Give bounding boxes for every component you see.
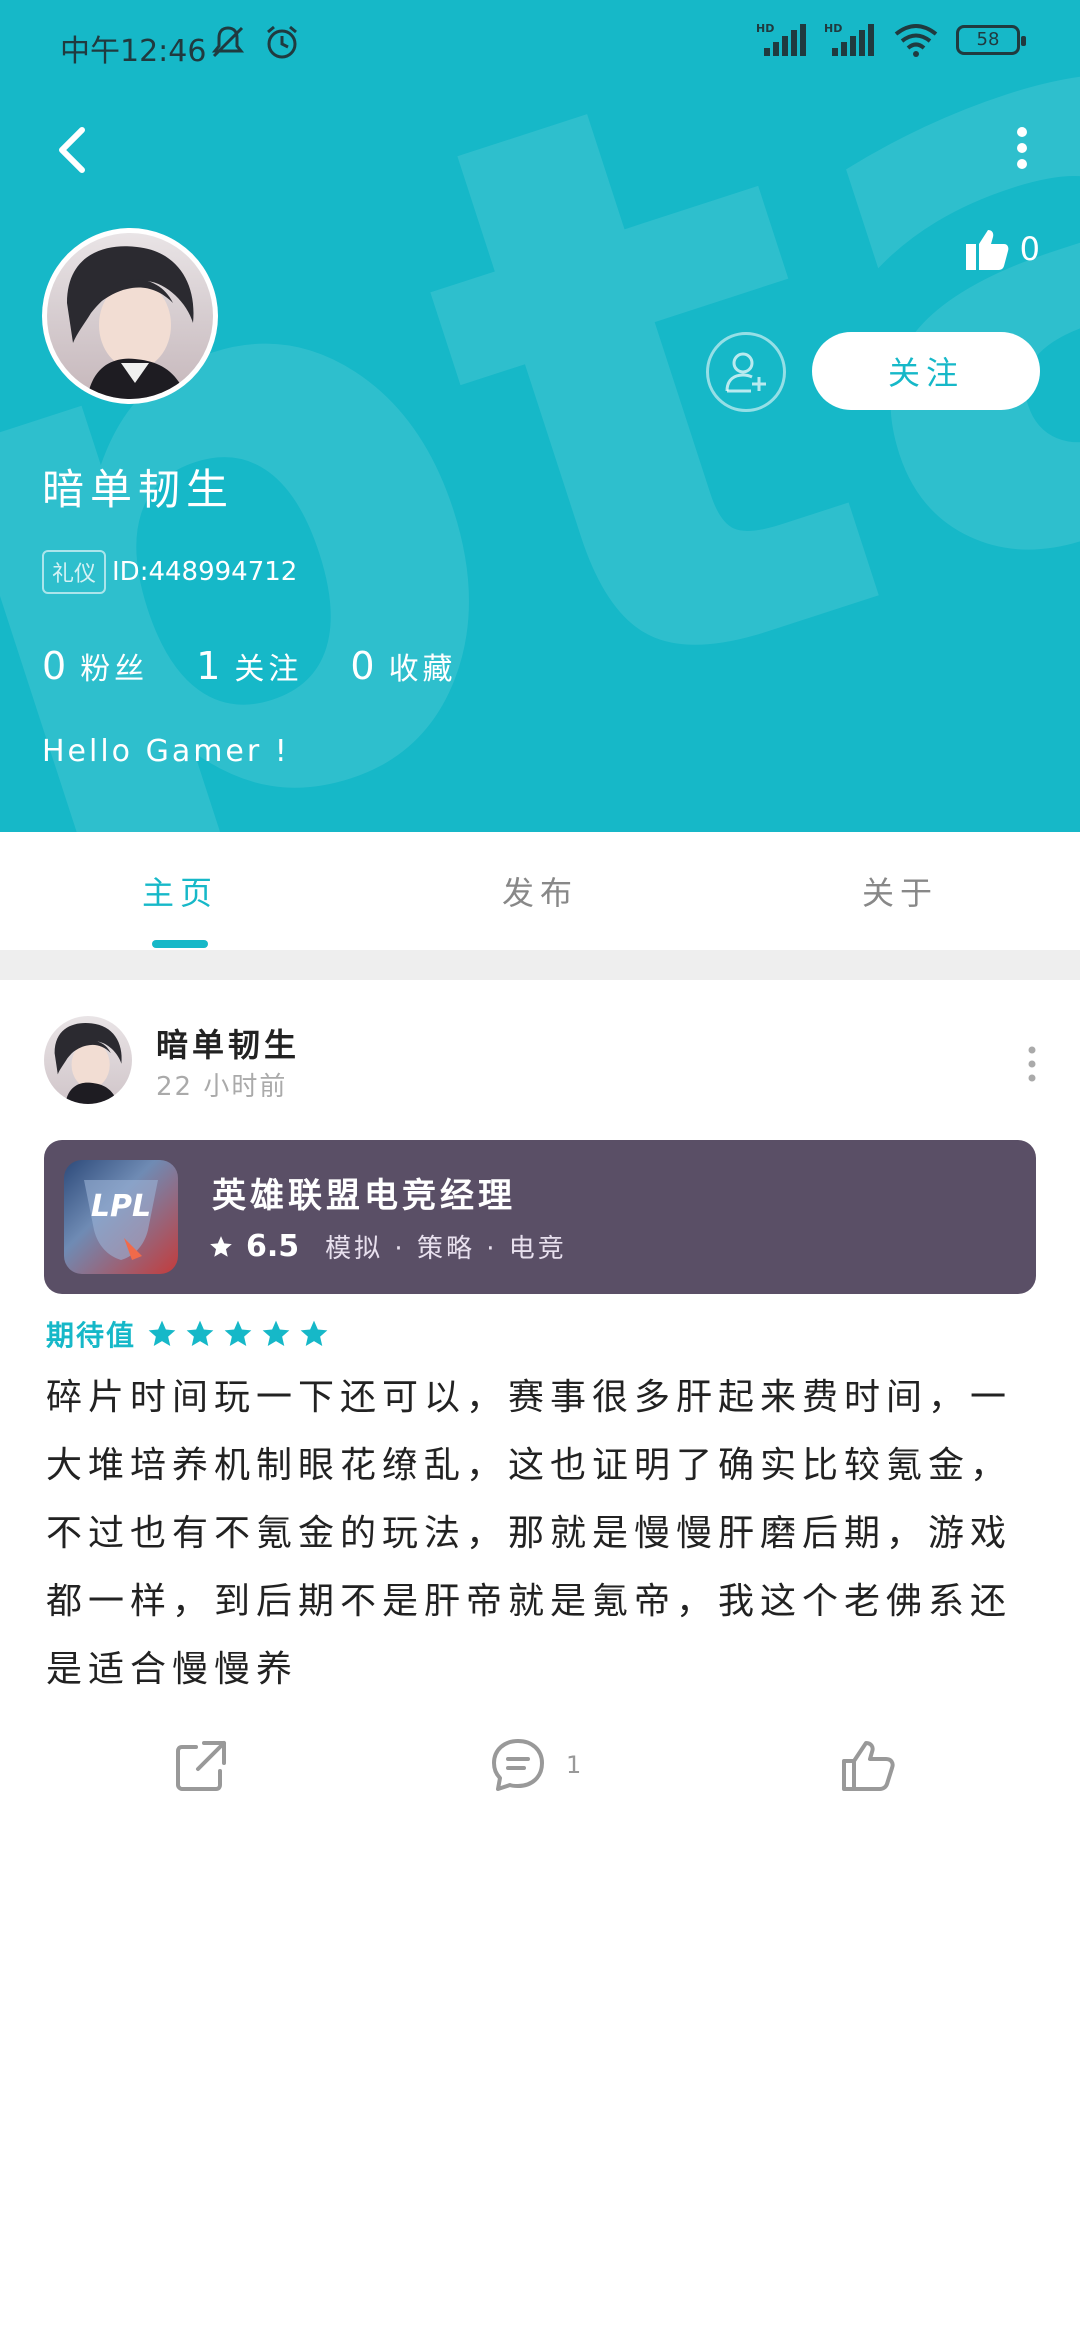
taptap-watermark: ptap xyxy=(0,60,1080,832)
star-icon xyxy=(210,1235,232,1257)
more-vertical-icon xyxy=(1017,127,1027,169)
alarm-icon xyxy=(267,25,297,59)
thumbs-up-icon xyxy=(842,1741,895,1791)
stat-fans[interactable]: 0 粉丝 xyxy=(42,644,148,688)
status-time: 中午12:46 xyxy=(60,34,207,69)
chevron-left-icon xyxy=(59,127,85,173)
battery-indicator: 58 xyxy=(956,25,1026,55)
star-icon xyxy=(262,1320,290,1346)
post-author-avatar[interactable] xyxy=(44,1016,132,1104)
svg-text:HD: HD xyxy=(824,22,842,35)
expectation-stars xyxy=(146,1318,330,1350)
post-time: 22 小时前 xyxy=(156,1072,288,1102)
star-icon xyxy=(186,1320,214,1346)
stat-number: 0 xyxy=(350,644,375,688)
add-friend-button[interactable] xyxy=(706,332,786,412)
back-button[interactable] xyxy=(44,120,104,180)
role-tag: 礼仪 xyxy=(42,550,107,594)
profile-tag-row: 礼仪 ID:448994712 xyxy=(42,550,297,594)
profile-like-count: 0 xyxy=(1019,230,1040,268)
comment-count: 1 xyxy=(566,1751,582,1779)
profile-bio: Hello Gamer ! xyxy=(42,734,290,769)
more-options-button[interactable] xyxy=(1002,120,1042,180)
game-card[interactable]: LPL 英雄联盟电竞经理 6.5 模拟 · 策略 · 电竞 xyxy=(44,1140,1036,1294)
stat-number: 0 xyxy=(42,644,67,688)
like-button[interactable] xyxy=(838,1730,898,1800)
star-icon xyxy=(300,1320,328,1346)
avatar-image xyxy=(47,233,213,399)
more-vertical-icon xyxy=(1028,1046,1036,1082)
post-actions: 1 xyxy=(0,1730,1080,1810)
status-bar: 中午12:46 HD HD 58 xyxy=(0,0,1080,90)
status-icons-right: HD HD 58 xyxy=(756,22,1026,58)
mute-icon xyxy=(211,26,245,58)
signal-icon: HD xyxy=(756,22,806,56)
thumbs-up-icon xyxy=(965,230,1009,270)
expectation-row: 期待值 xyxy=(46,1314,330,1354)
profile-stats: 0 粉丝 1 关注 0 收藏 xyxy=(42,644,457,688)
tab-posts[interactable]: 发布 xyxy=(360,832,720,950)
comment-icon xyxy=(492,1739,544,1791)
stat-label: 粉丝 xyxy=(80,652,149,687)
game-genres: 模拟 · 策略 · 电竞 xyxy=(325,1234,567,1264)
share-button[interactable] xyxy=(170,1730,230,1800)
game-icon: LPL xyxy=(64,1160,178,1274)
profile-header: ptap 中午12:46 HD HD 58 0 关注 暗单韧生 礼仪 ID:44… xyxy=(0,0,1080,832)
section-divider xyxy=(0,950,1080,980)
post-body[interactable]: 碎片时间玩一下还可以，赛事很多肝起来费时间，一大堆培养机制眼花缭乱，这也证明了确… xyxy=(46,1364,1036,1704)
follow-button[interactable]: 关注 xyxy=(812,332,1040,410)
svg-text:ptap: ptap xyxy=(0,60,1080,832)
star-icon xyxy=(224,1320,252,1346)
stat-number: 1 xyxy=(196,644,221,688)
user-id: ID:448994712 xyxy=(112,557,298,587)
stat-favorites[interactable]: 0 收藏 xyxy=(350,644,456,688)
share-icon xyxy=(176,1741,226,1791)
tab-home[interactable]: 主页 xyxy=(0,832,360,950)
add-user-icon xyxy=(725,352,766,393)
profile-tabs: 主页 发布 关于 xyxy=(0,832,1080,950)
game-meta: 6.5 模拟 · 策略 · 电竞 xyxy=(208,1228,567,1265)
post-author-name[interactable]: 暗单韧生 xyxy=(156,1020,300,1066)
game-rating: 6.5 xyxy=(246,1229,300,1264)
post-more-button[interactable] xyxy=(1020,1040,1044,1088)
comment-button[interactable]: 1 xyxy=(488,1730,581,1800)
star-icon xyxy=(148,1320,176,1346)
expectation-label: 期待值 xyxy=(46,1319,137,1352)
profile-like-button[interactable]: 0 xyxy=(964,226,1040,272)
stat-label: 关注 xyxy=(234,652,303,687)
status-icons-left xyxy=(208,22,302,62)
game-title: 英雄联盟电竞经理 xyxy=(212,1176,516,1216)
svg-text:HD: HD xyxy=(756,22,774,35)
stat-following[interactable]: 1 关注 xyxy=(196,644,302,688)
game-icon-text: LPL xyxy=(91,1189,151,1224)
signal-icon-2: HD xyxy=(824,22,874,56)
stat-label: 收藏 xyxy=(388,652,457,687)
wifi-icon xyxy=(894,24,938,57)
profile-username: 暗单韧生 xyxy=(42,465,235,514)
profile-avatar[interactable] xyxy=(42,228,218,404)
tab-about[interactable]: 关于 xyxy=(720,832,1080,950)
